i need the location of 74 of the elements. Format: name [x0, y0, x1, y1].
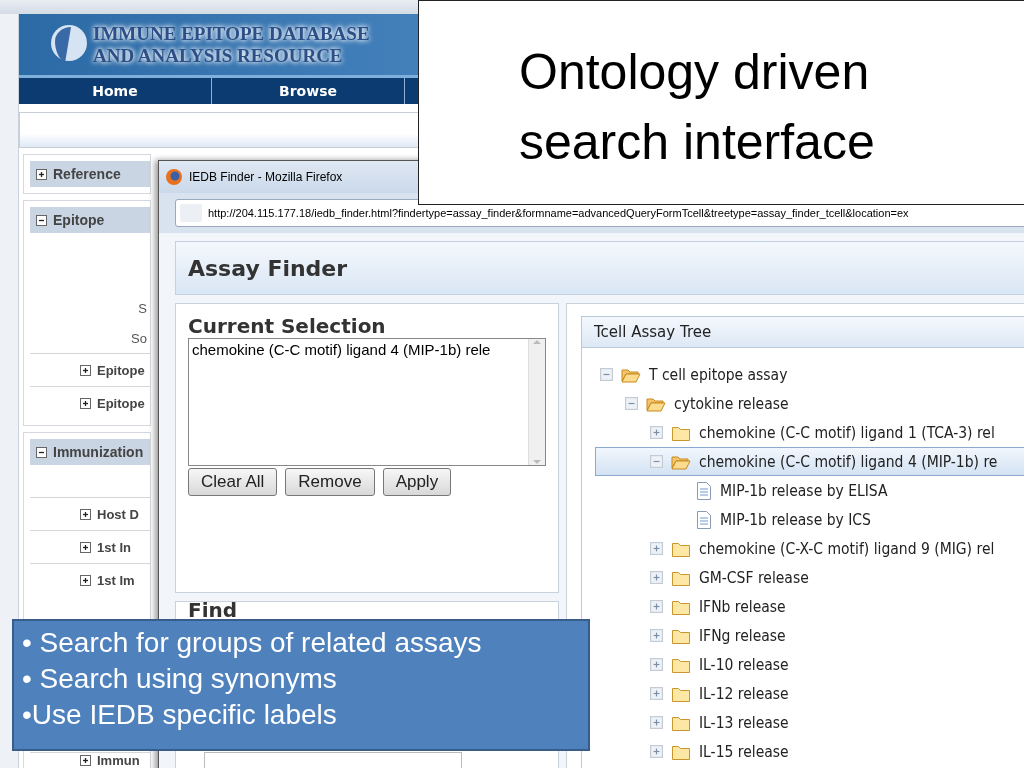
- tree-item[interactable]: chemokine (C-C motif) ligand 4 (MIP-1b) re: [595, 447, 1024, 476]
- expand-icon[interactable]: [80, 541, 91, 553]
- document-icon: [696, 510, 712, 529]
- folder-icon: [671, 627, 691, 644]
- window-title: IEDB Finder - Mozilla Firefox: [189, 170, 343, 184]
- panel-title: Find: [188, 600, 238, 620]
- nav-link[interactable]: Browse: [212, 78, 405, 104]
- group-header[interactable]: 1st In: [30, 530, 150, 563]
- section-header[interactable]: Immunization: [30, 439, 150, 465]
- tree-item[interactable]: GM-CSF release: [595, 563, 1024, 592]
- bullet-text: • Search for groups of related assays: [22, 627, 482, 659]
- section-title: Reference: [53, 166, 121, 182]
- scroll-up-icon[interactable]: [533, 339, 541, 345]
- section-header[interactable]: Reference: [30, 161, 150, 187]
- group-header[interactable]: Epitope: [30, 353, 150, 386]
- expand-icon[interactable]: [80, 397, 91, 409]
- browser-logo-icon: [165, 168, 183, 186]
- group-header[interactable]: Epitope: [30, 386, 150, 419]
- action-button[interactable]: Remove: [285, 468, 375, 496]
- tree-item[interactable]: chemokine (C-C motif) ligand 1 (TCA-3) rel: [595, 418, 1024, 447]
- tree-item[interactable]: IFNb release: [595, 592, 1024, 621]
- document-icon: [696, 481, 712, 500]
- tree-item[interactable]: chemokine (C-X-C motif) ligand 9 (MIG) rel: [595, 534, 1024, 563]
- expand-icon[interactable]: [80, 508, 91, 520]
- page-heading: Assay Finder: [175, 241, 1024, 295]
- nav-link[interactable]: Home: [19, 78, 212, 104]
- expand-icon[interactable]: [80, 364, 91, 376]
- tree-item[interactable]: IFNg release: [595, 621, 1024, 650]
- tree-item[interactable]: MIP-1b release by ICS: [595, 505, 1024, 534]
- section-title: Immunization: [53, 444, 144, 460]
- tree-item[interactable]: MIP-1b release by ELISA: [595, 476, 1024, 505]
- field-label: S: [137, 299, 148, 318]
- section-header[interactable]: Epitope: [30, 207, 150, 233]
- tree-item[interactable]: cytokine release: [595, 389, 1024, 418]
- tree-item[interactable]: IL-13 release: [595, 708, 1024, 737]
- slide-title: search interface: [519, 113, 875, 172]
- group-header[interactable]: 1st Im: [30, 563, 150, 596]
- expand-icon[interactable]: [36, 168, 47, 180]
- folder-icon: [671, 685, 691, 702]
- folder-icon: [671, 569, 691, 586]
- folder-icon: [671, 714, 691, 731]
- folder-icon: [671, 743, 691, 760]
- expand-icon[interactable]: [80, 755, 91, 766]
- scroll-down-icon[interactable]: [533, 459, 541, 465]
- group-header[interactable]: Immun: [30, 752, 150, 768]
- tree-item[interactable]: IL-10 release: [595, 650, 1024, 679]
- folder-icon: [671, 540, 691, 557]
- action-button[interactable]: Apply: [382, 468, 452, 496]
- logo-text: IMMUNE EPITOPE DATABASE: [93, 22, 370, 45]
- slide-title: Ontology driven: [519, 43, 870, 102]
- open-folder-icon: [646, 395, 666, 412]
- list-item[interactable]: chemokine (C-C motif) ligand 4 (MIP-1b) rele: [192, 341, 525, 358]
- section-title: Epitope: [53, 212, 105, 228]
- folder-icon: [671, 424, 691, 441]
- bullet-text: •Use IEDB specific labels: [22, 699, 337, 731]
- open-folder-icon: [621, 366, 641, 383]
- group-header[interactable]: Host D: [30, 497, 150, 530]
- bullet-text: • Search using synonyms: [22, 663, 337, 695]
- field-label: So: [130, 329, 148, 348]
- scrollbar[interactable]: [528, 339, 545, 465]
- tree-item[interactable]: T cell epitope assay: [595, 360, 1024, 389]
- folder-icon: [671, 656, 691, 673]
- logo-text: AND ANALYSIS RESOURCE: [93, 44, 344, 67]
- collapse-icon[interactable]: [36, 214, 47, 226]
- selection-list[interactable]: chemokine (C-C motif) ligand 4 (MIP-1b) rele: [188, 338, 546, 466]
- tree-item[interactable]: IL-12 release: [595, 679, 1024, 708]
- action-button[interactable]: Clear All: [188, 468, 278, 496]
- tree-item[interactable]: IL-15 release: [595, 737, 1024, 766]
- expand-icon[interactable]: [80, 574, 91, 586]
- tree-title: Tcell Assay Tree: [581, 316, 1024, 348]
- folder-icon: [671, 598, 691, 615]
- collapse-icon[interactable]: [36, 446, 47, 458]
- open-folder-icon: [671, 453, 691, 470]
- panel-title: Current Selection: [188, 314, 387, 338]
